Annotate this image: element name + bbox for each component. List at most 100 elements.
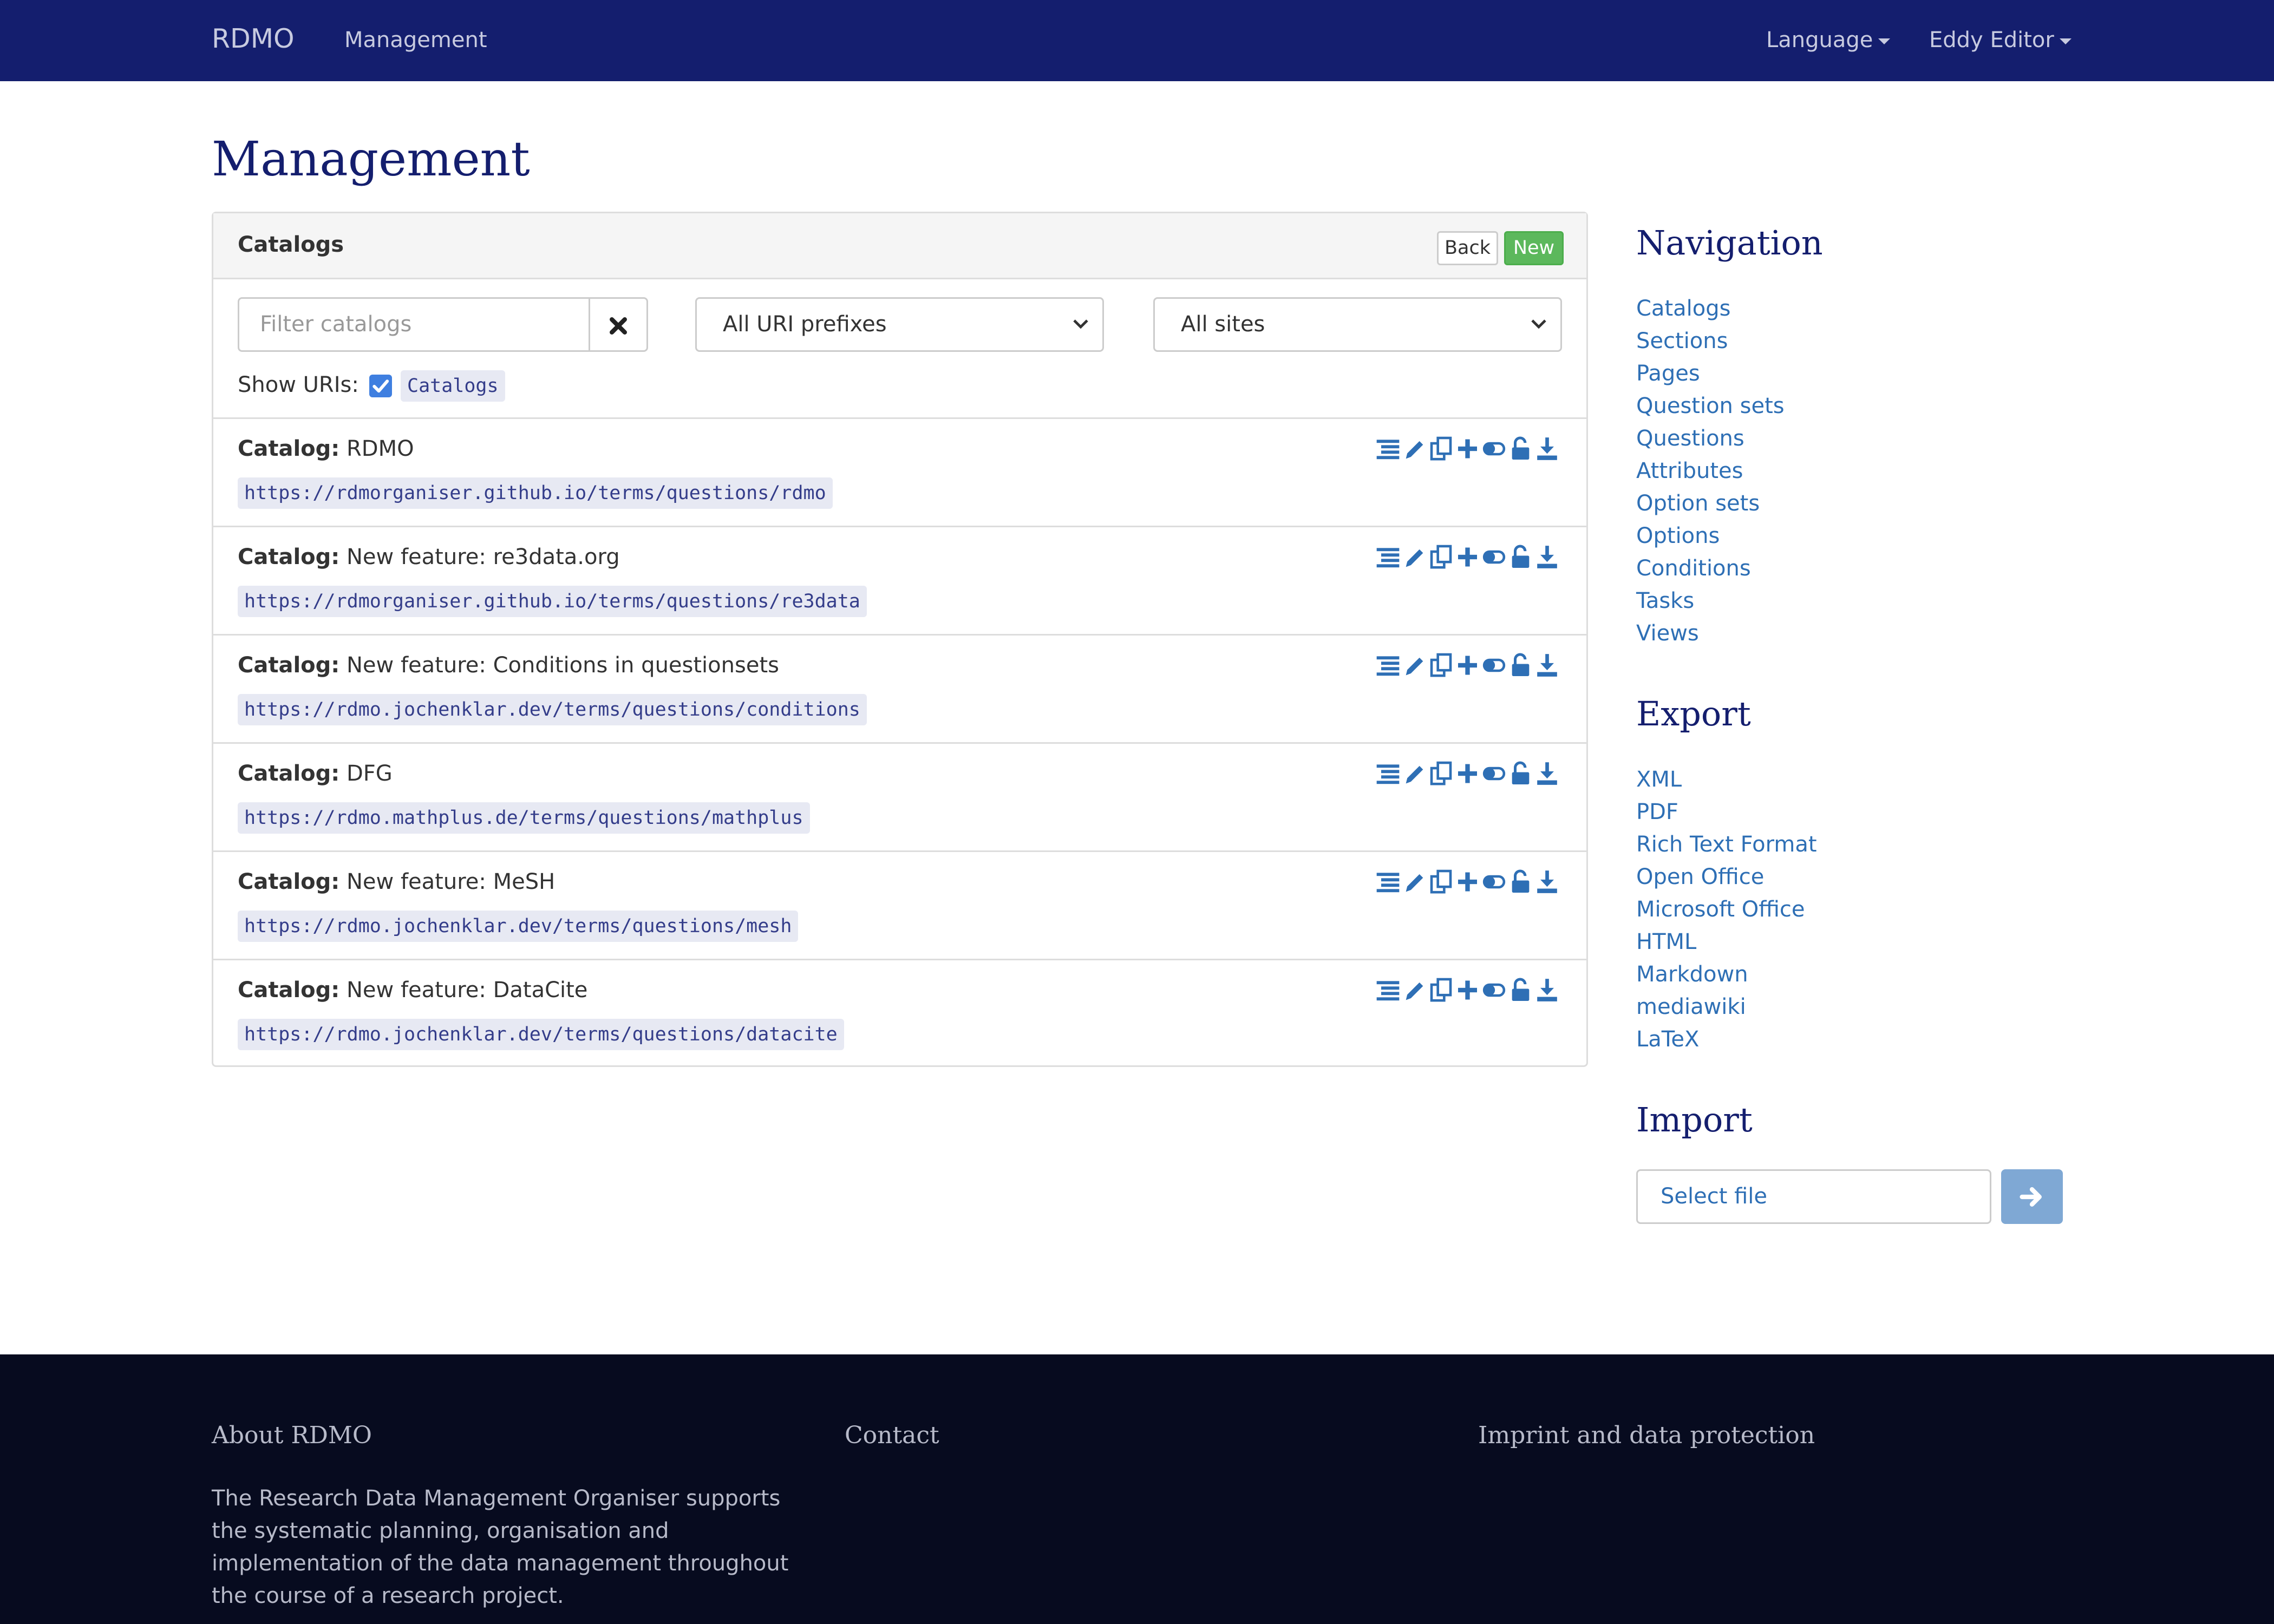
pencil-icon[interactable]: [1403, 977, 1426, 1004]
sidebar-nav-link-views[interactable]: Views: [1636, 618, 1699, 649]
unlock-icon[interactable]: [1509, 760, 1532, 787]
brand-link[interactable]: RDMO: [212, 23, 295, 55]
sidebar-nav-link-pages[interactable]: Pages: [1636, 358, 1700, 389]
catalog-title: Catalog: New feature: DataCite: [238, 975, 587, 1005]
plus-icon[interactable]: [1456, 760, 1479, 787]
catalogs-panel: Catalogs Back New Filter catalogs All UR…: [212, 212, 1588, 1067]
plus-icon[interactable]: [1456, 977, 1479, 1004]
plus-icon[interactable]: [1456, 543, 1479, 571]
list-icon[interactable]: [1376, 868, 1400, 895]
sidebar-nav-link-attributes[interactable]: Attributes: [1636, 456, 1743, 486]
checkmark-icon: [373, 379, 389, 393]
sidebar-nav-link-catalogs[interactable]: Catalogs: [1636, 293, 1730, 324]
uri-prefix-select[interactable]: All URI prefixes: [695, 297, 1104, 352]
download-icon[interactable]: [1535, 435, 1559, 462]
filter-catalogs-input[interactable]: Filter catalogs: [238, 297, 589, 352]
pencil-icon[interactable]: [1403, 760, 1426, 787]
list-icon[interactable]: [1376, 652, 1400, 679]
copy-icon[interactable]: [1429, 760, 1453, 787]
sidebar-export-link-latex[interactable]: LaTeX: [1636, 1024, 1699, 1055]
unlock-icon[interactable]: [1509, 868, 1532, 895]
import-submit-button[interactable]: [2001, 1169, 2063, 1224]
list-icon[interactable]: [1376, 543, 1400, 571]
toggle-icon[interactable]: [1482, 652, 1506, 679]
top-navbar: RDMO Management Language Eddy Editor: [0, 0, 2274, 81]
catalog-title: Catalog: New feature: re3data.org: [238, 542, 620, 572]
sidebar-nav-link-tasks[interactable]: Tasks: [1636, 586, 1694, 616]
new-button[interactable]: New: [1504, 231, 1564, 265]
uri-tag: Catalogs: [401, 370, 505, 402]
pencil-icon[interactable]: [1403, 543, 1426, 571]
list-icon[interactable]: [1376, 977, 1400, 1004]
footer-imprint-heading[interactable]: Imprint and data protection: [1478, 1419, 1815, 1452]
sidebar-export-link-mediawiki[interactable]: mediawiki: [1636, 992, 1746, 1022]
sidebar-export-link-rich-text-format[interactable]: Rich Text Format: [1636, 829, 1817, 860]
catalog-name: RDMO: [347, 436, 414, 461]
toggle-icon[interactable]: [1482, 977, 1506, 1004]
copy-icon[interactable]: [1429, 652, 1453, 679]
sidebar-export-link-microsoft-office[interactable]: Microsoft Office: [1636, 894, 1805, 925]
plus-icon[interactable]: [1456, 435, 1479, 462]
catalog-label-prefix: Catalog:: [238, 869, 340, 894]
catalog-uri: https://rdmorganiser.github.io/terms/que…: [238, 477, 833, 509]
download-icon[interactable]: [1535, 760, 1559, 787]
sites-select[interactable]: All sites: [1153, 297, 1562, 352]
download-icon[interactable]: [1535, 652, 1559, 679]
download-icon[interactable]: [1535, 543, 1559, 571]
sidebar-export-link-markdown[interactable]: Markdown: [1636, 959, 1748, 990]
list-icon[interactable]: [1376, 760, 1400, 787]
plus-icon[interactable]: [1456, 652, 1479, 679]
sidebar-nav-link-question-sets[interactable]: Question sets: [1636, 391, 1785, 421]
sidebar-export-link-open-office[interactable]: Open Office: [1636, 862, 1764, 892]
toggle-icon[interactable]: [1482, 868, 1506, 895]
sidebar-nav-link-questions[interactable]: Questions: [1636, 423, 1744, 454]
sidebar-nav-link-options[interactable]: Options: [1636, 521, 1720, 551]
toggle-icon[interactable]: [1482, 543, 1506, 571]
show-uris-label: Show URIs:: [238, 372, 359, 397]
footer-contact-heading[interactable]: Contact: [845, 1419, 939, 1452]
catalog-name: New feature: MeSH: [347, 869, 556, 894]
catalog-list: Catalog: RDMO https://rdmorganiser.github…: [213, 417, 1586, 1067]
plus-icon[interactable]: [1456, 868, 1479, 895]
back-button[interactable]: Back: [1437, 231, 1498, 265]
sites-select-value: All sites: [1181, 312, 1265, 337]
sidebar-export-link-html[interactable]: HTML: [1636, 927, 1696, 957]
language-dropdown[interactable]: Language: [1766, 26, 1891, 54]
sidebar-nav-link-option-sets[interactable]: Option sets: [1636, 488, 1760, 519]
clear-filter-button[interactable]: [589, 297, 648, 352]
catalog-title: Catalog: New feature: Conditions in ques…: [238, 651, 779, 680]
toggle-icon[interactable]: [1482, 435, 1506, 462]
sidebar-export-link-xml[interactable]: XML: [1636, 764, 1682, 795]
select-file-input[interactable]: Select file: [1636, 1169, 1991, 1224]
unlock-icon[interactable]: [1509, 977, 1532, 1004]
copy-icon[interactable]: [1429, 977, 1453, 1004]
pencil-icon[interactable]: [1403, 868, 1426, 895]
copy-icon[interactable]: [1429, 435, 1453, 462]
panel-heading: Catalogs Back New: [213, 213, 1586, 279]
download-icon[interactable]: [1535, 977, 1559, 1004]
copy-icon[interactable]: [1429, 543, 1453, 571]
language-dropdown-label: Language: [1766, 28, 1873, 53]
sidebar-export-link-pdf[interactable]: PDF: [1636, 797, 1678, 827]
sidebar-nav-link-conditions[interactable]: Conditions: [1636, 553, 1751, 584]
nav-management-link[interactable]: Management: [344, 26, 487, 54]
download-icon[interactable]: [1535, 868, 1559, 895]
sidebar-nav-link-sections[interactable]: Sections: [1636, 326, 1728, 356]
catalog-name: New feature: Conditions in questionsets: [347, 653, 779, 678]
show-uris-checkbox[interactable]: [369, 375, 392, 397]
copy-icon[interactable]: [1429, 868, 1453, 895]
unlock-icon[interactable]: [1509, 435, 1532, 462]
caret-down-icon: [2059, 38, 2072, 44]
catalog-uri: https://rdmo.jochenklar.dev/terms/questi…: [238, 1019, 844, 1050]
unlock-icon[interactable]: [1509, 543, 1532, 571]
times-icon: [610, 317, 627, 335]
list-icon[interactable]: [1376, 435, 1400, 462]
footer-about-heading: About RDMO: [212, 1422, 372, 1449]
toggle-icon[interactable]: [1482, 760, 1506, 787]
pencil-icon[interactable]: [1403, 435, 1426, 462]
page-title: Management: [212, 131, 530, 187]
unlock-icon[interactable]: [1509, 652, 1532, 679]
user-dropdown[interactable]: Eddy Editor: [1929, 26, 2072, 54]
pencil-icon[interactable]: [1403, 652, 1426, 679]
catalog-row: Catalog: New feature: Conditions in ques…: [213, 634, 1586, 742]
